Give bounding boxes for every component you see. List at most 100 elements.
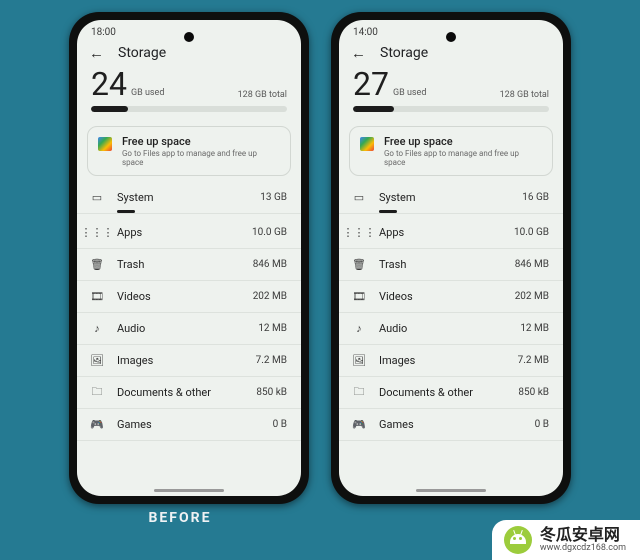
row-label: Images <box>379 354 504 367</box>
camera-cutout <box>446 32 456 42</box>
camera-cutout <box>184 32 194 42</box>
card-subtitle: Go to Files app to manage and free up sp… <box>384 149 542 167</box>
storage-bar-fill <box>91 106 128 112</box>
used-unit: GB used <box>393 88 426 98</box>
images-icon: 🖼 <box>353 355 365 367</box>
card-title: Free up space <box>122 135 280 148</box>
storage-row[interactable]: 🖼 Images 7.2 MB <box>339 345 563 377</box>
videos-icon: 🎞 <box>353 291 365 303</box>
storage-row[interactable]: ▭System16 GB <box>339 182 563 214</box>
storage-row[interactable]: 🗀 Documents & other 850 kB <box>77 377 301 409</box>
row-value: 10.0 GB <box>514 227 549 238</box>
trash-icon: 🗑 <box>353 259 365 271</box>
row-value: 0 B <box>273 419 287 430</box>
phone-mockup: 14:00 ← Storage 27 GB used 128 GB total Free u… <box>331 12 571 504</box>
storage-row[interactable]: ▭System13 GB <box>77 182 301 214</box>
brand-name: 冬瓜安卓网 <box>540 527 626 543</box>
storage-row[interactable]: 🎮 Games 0 B <box>339 409 563 441</box>
storage-row[interactable]: 🗑 Trash 846 MB <box>77 249 301 281</box>
total-storage: 128 GB total <box>238 90 287 100</box>
storage-row[interactable]: 🎞 Videos 202 MB <box>77 281 301 313</box>
row-label: Games <box>379 418 521 431</box>
storage-row[interactable]: 🎞 Videos 202 MB <box>339 281 563 313</box>
phone-screen: 14:00 ← Storage 27 GB used 128 GB total Free u… <box>339 20 563 496</box>
storage-row[interactable]: 🖼 Images 7.2 MB <box>77 345 301 377</box>
header: ← Storage <box>339 44 563 66</box>
phone-icon: ▭ <box>353 192 365 204</box>
storage-bar <box>91 106 287 112</box>
row-label: Documents & other <box>379 386 504 399</box>
docs-icon: 🗀 <box>353 387 365 399</box>
page-title: Storage <box>380 45 428 61</box>
back-arrow-icon[interactable]: ← <box>89 44 104 62</box>
usage-summary: 27 GB used 128 GB total <box>339 66 563 104</box>
back-arrow-icon[interactable]: ← <box>351 44 366 62</box>
status-time: 18:00 <box>91 27 116 38</box>
row-value: 846 MB <box>515 259 549 270</box>
storage-row[interactable]: ♪ Audio 12 MB <box>339 313 563 345</box>
storage-bar-fill <box>353 106 394 112</box>
category-indicator <box>117 210 135 213</box>
games-icon: 🎮 <box>91 419 103 431</box>
apps-icon: ⋮⋮⋮ <box>353 227 365 239</box>
files-app-icon <box>360 137 374 151</box>
audio-icon: ♪ <box>353 323 365 335</box>
storage-row[interactable]: 🎮 Games 0 B <box>77 409 301 441</box>
trash-icon: 🗑 <box>91 259 103 271</box>
row-label: Audio <box>379 322 506 335</box>
row-label: Images <box>117 354 242 367</box>
apps-icon: ⋮⋮⋮ <box>91 227 103 239</box>
row-value: 846 MB <box>253 259 287 270</box>
row-value: 0 B <box>535 419 549 430</box>
docs-icon: 🗀 <box>91 387 103 399</box>
category-indicator <box>379 210 397 213</box>
free-up-space-card[interactable]: Free up spaceGo to Files app to manage a… <box>349 126 553 176</box>
before-label: BEFORE <box>60 510 300 526</box>
row-value: 12 MB <box>258 323 287 334</box>
phone-icon: ▭ <box>91 192 103 204</box>
storage-row[interactable]: 🗀Documents & other850 kB <box>339 377 563 409</box>
audio-icon: ♪ <box>91 323 103 335</box>
row-label: Videos <box>379 290 501 303</box>
images-icon: 🖼 <box>91 355 103 367</box>
row-label: Apps <box>117 226 238 239</box>
row-label: Trash <box>379 258 501 271</box>
phone-screen: 18:00←Storage24GB used128 GB totalFree u… <box>77 20 301 496</box>
android-logo-icon <box>504 526 532 554</box>
row-label: Games <box>117 418 259 431</box>
gesture-bar <box>154 489 224 492</box>
row-label: Trash <box>117 258 239 271</box>
storage-row[interactable]: ♪ Audio 12 MB <box>77 313 301 345</box>
row-label: Audio <box>117 322 244 335</box>
row-value: 202 MB <box>253 291 287 302</box>
row-value: 7.2 MB <box>518 355 549 366</box>
storage-row[interactable]: ⋮⋮⋮ Apps 10.0 GB <box>77 217 301 249</box>
row-value: 16 GB <box>522 192 549 203</box>
games-icon: 🎮 <box>353 419 365 431</box>
used-value: 27 <box>353 65 389 103</box>
row-value: 10.0 GB <box>252 227 287 238</box>
watermark-footer: 冬瓜安卓网 www.dgxcdz168.com <box>492 520 640 560</box>
storage-row[interactable]: 🗑 Trash 846 MB <box>339 249 563 281</box>
free-up-space-card[interactable]: Free up spaceGo to Files app to manage a… <box>87 126 291 176</box>
usage-summary: 24GB used128 GB total <box>77 66 301 104</box>
row-label: Apps <box>379 226 500 239</box>
files-app-icon <box>98 137 112 151</box>
row-value: 202 MB <box>515 291 549 302</box>
videos-icon: 🎞 <box>91 291 103 303</box>
row-value: 13 GB <box>260 192 287 203</box>
row-value: 12 MB <box>520 323 549 334</box>
row-value: 850 kB <box>256 387 287 398</box>
row-label: Documents & other <box>117 386 242 399</box>
status-time: 14:00 <box>353 27 378 38</box>
phone-mockup: 18:00←Storage24GB used128 GB totalFree u… <box>69 12 309 504</box>
row-value: 7.2 MB <box>256 355 287 366</box>
used-unit: GB used <box>131 88 164 98</box>
storage-row[interactable]: ⋮⋮⋮ Apps 10.0 GB <box>339 217 563 249</box>
card-title: Free up space <box>384 135 542 148</box>
row-label: Videos <box>117 290 239 303</box>
page-title: Storage <box>118 45 166 61</box>
gesture-bar <box>416 489 486 492</box>
total-storage: 128 GB total <box>500 90 549 100</box>
brand-url: www.dgxcdz168.com <box>540 543 626 553</box>
